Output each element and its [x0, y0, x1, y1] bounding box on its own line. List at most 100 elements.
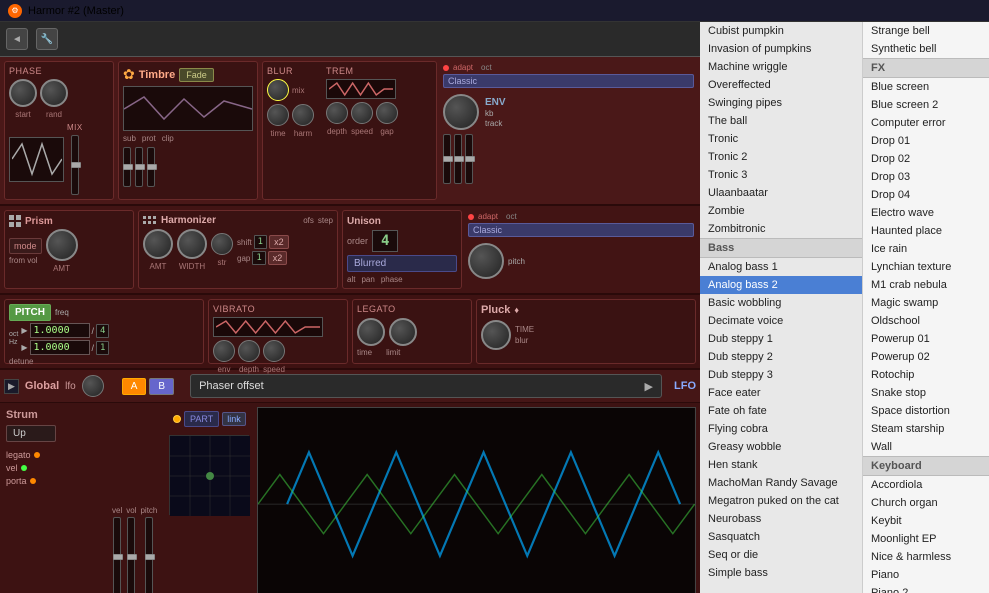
blur-harm-knob[interactable] [292, 104, 314, 126]
preset-item[interactable]: Keybit [863, 512, 989, 530]
timbre-slider-2[interactable] [135, 147, 143, 187]
preset-item[interactable]: Fate oh fate [700, 402, 862, 420]
preset-item-selected[interactable]: Analog bass 2 [700, 276, 862, 294]
legato-time-knob[interactable] [357, 318, 385, 346]
preset-item[interactable]: Analog bass 1 [700, 258, 862, 276]
preset-item[interactable]: Blue screen 2 [863, 96, 989, 114]
tab-a[interactable]: A [122, 378, 147, 395]
vib-depth-knob[interactable] [238, 340, 260, 362]
trem-gap-knob[interactable] [376, 102, 398, 124]
preset-item[interactable]: Piano [863, 566, 989, 584]
power-button[interactable]: ◄ [6, 28, 28, 50]
part-grid[interactable] [169, 435, 249, 515]
strum-select[interactable]: Up [6, 425, 56, 442]
preset-item[interactable]: Flying cobra [700, 420, 862, 438]
preset-item[interactable]: Rotochip [863, 366, 989, 384]
trem-speed-knob[interactable] [351, 102, 373, 124]
preset-item[interactable]: Blue screen [863, 78, 989, 96]
part-button[interactable]: PART [184, 411, 219, 427]
preset-item[interactable]: Synthetic bell [863, 40, 989, 58]
waveform-display-2[interactable] [123, 86, 253, 131]
preset-item[interactable]: Invasion of pumpkins [700, 40, 862, 58]
preset-item[interactable]: Steam starship [863, 420, 989, 438]
mix-slider[interactable] [71, 135, 79, 195]
preset-item[interactable]: Zombie [700, 202, 862, 220]
preset-item[interactable]: Electro wave [863, 204, 989, 222]
vib-env-knob[interactable] [213, 340, 235, 362]
preset-item[interactable]: MachoMan Randy Savage [700, 474, 862, 492]
prism-mode-btn[interactable]: mode [9, 238, 42, 254]
preset-item[interactable]: Drop 04 [863, 186, 989, 204]
right-slider-3[interactable] [465, 134, 473, 184]
detune-input[interactable]: 1.0000 [30, 340, 90, 355]
global-arrow[interactable]: ▶ [4, 379, 19, 394]
preset-item[interactable]: Megatron puked on the cat [700, 492, 862, 510]
trem-depth-knob[interactable] [326, 102, 348, 124]
preset-item[interactable]: Piano 2 [863, 584, 989, 593]
preset-item[interactable]: Ice rain [863, 240, 989, 258]
preset-item[interactable]: Drop 03 [863, 168, 989, 186]
preset-item[interactable]: Drop 01 [863, 132, 989, 150]
preset-item[interactable]: Swinging pipes [700, 94, 862, 112]
blurred-select[interactable]: Blurred [347, 255, 457, 272]
vel-slider[interactable] [113, 517, 121, 593]
right-slider-2[interactable] [454, 134, 462, 184]
pitch-knob[interactable] [468, 243, 504, 279]
harm-str-knob[interactable] [211, 233, 233, 255]
pluck-time-knob[interactable] [481, 320, 511, 350]
vib-speed-knob[interactable] [263, 340, 285, 362]
preset-item[interactable]: Basic wobbling [700, 294, 862, 312]
right-slider-1[interactable] [443, 134, 451, 184]
preset-item[interactable]: Moonlight EP [863, 530, 989, 548]
fade-select[interactable]: Fade [179, 68, 214, 82]
classic-button-2[interactable]: Classic [468, 223, 694, 237]
preset-item[interactable]: Seq or die [700, 546, 862, 564]
preset-item[interactable]: Oldschool [863, 312, 989, 330]
phaser-bar[interactable]: Phaser offset ▶ [190, 374, 662, 398]
vol-slider[interactable] [127, 517, 135, 593]
harm-width-knob[interactable] [177, 229, 207, 259]
waveform-display-1[interactable] [9, 137, 64, 182]
preset-item[interactable]: Neurobass [700, 510, 862, 528]
preset-item[interactable]: Computer error [863, 114, 989, 132]
piano-wave[interactable] [257, 407, 696, 593]
prism-amt-knob[interactable] [46, 229, 78, 261]
preset-item[interactable]: Accordiola [863, 476, 989, 494]
preset-item[interactable]: The ball [700, 112, 862, 130]
preset-item[interactable]: Cubist pumpkin [700, 22, 862, 40]
preset-item[interactable]: Dub steppy 3 [700, 366, 862, 384]
timbre-slider-1[interactable] [123, 147, 131, 187]
freq-input[interactable]: 1.0000 [30, 323, 90, 338]
preset-item[interactable]: Zombitronic [700, 220, 862, 238]
preset-item[interactable]: Face eater [700, 384, 862, 402]
wrench-button[interactable]: 🔧 [36, 28, 58, 50]
preset-item[interactable]: Space distortion [863, 402, 989, 420]
x2-btn-1[interactable]: x2 [269, 235, 289, 249]
preset-item[interactable]: Lynchian texture [863, 258, 989, 276]
preset-item[interactable]: Snake stop [863, 384, 989, 402]
preset-item[interactable]: Sasquatch [700, 528, 862, 546]
preset-item[interactable]: Hen stank [700, 456, 862, 474]
preset-item[interactable]: Tronic 3 [700, 166, 862, 184]
preset-item[interactable]: Church organ [863, 494, 989, 512]
tab-b[interactable]: B [149, 378, 174, 395]
blur-mix-knob[interactable] [267, 79, 289, 101]
global-lfo-knob[interactable] [82, 375, 104, 397]
phase-rand-knob[interactable] [40, 79, 68, 107]
legato-limit-knob[interactable] [389, 318, 417, 346]
preset-item[interactable]: Overeffected [700, 76, 862, 94]
preset-item[interactable]: M1 crab nebula [863, 276, 989, 294]
preset-item[interactable]: Greasy wobble [700, 438, 862, 456]
preset-item[interactable]: Drop 02 [863, 150, 989, 168]
preset-item[interactable]: Haunted place [863, 222, 989, 240]
preset-item[interactable]: Wall [863, 438, 989, 456]
env-knob[interactable] [443, 94, 479, 130]
preset-item[interactable]: Nice & harmless [863, 548, 989, 566]
preset-item[interactable]: Tronic 2 [700, 148, 862, 166]
preset-item[interactable]: Ulaanbaatar [700, 184, 862, 202]
preset-item[interactable]: Simple bass [700, 564, 862, 582]
preset-item[interactable]: Machine wriggle [700, 58, 862, 76]
preset-item[interactable]: Powerup 02 [863, 348, 989, 366]
preset-item[interactable]: Strange bell [863, 22, 989, 40]
x2-btn-2[interactable]: x2 [268, 251, 288, 265]
